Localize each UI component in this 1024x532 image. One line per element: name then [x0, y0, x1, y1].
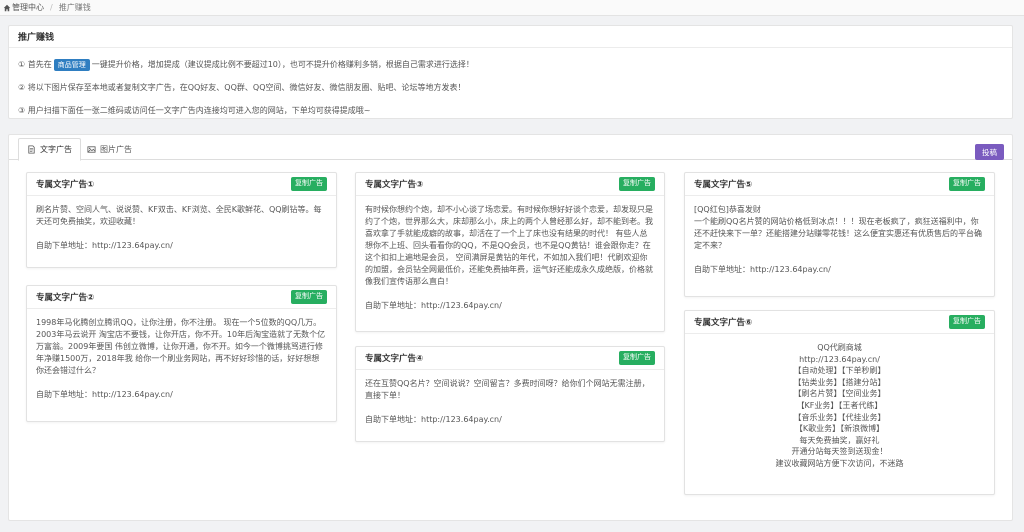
copy-ad-1-button[interactable]: 复制广告: [291, 177, 327, 191]
ad-card-1: 专属文字广告① 复制广告 刷名片赞、空间人气、说说赞、KF双击、KF浏览、全民K…: [26, 172, 337, 268]
copy-ad-5-button[interactable]: 复制广告: [949, 177, 985, 191]
ad-card-6-line: http://123.64pay.cn/: [799, 354, 880, 364]
copy-ad-6-button[interactable]: 复制广告: [949, 315, 985, 329]
ad-card-6-line: 建议收藏网站方便下次访问，不迷路: [775, 458, 904, 468]
ad-card-3-header: 专属文字广告③ 复制广告: [356, 173, 664, 196]
ad-card-6-header: 专属文字广告⑥ 复制广告: [685, 311, 994, 334]
document-icon: [28, 145, 35, 154]
ad-card-6-title: 专属文字广告⑥: [694, 318, 753, 328]
breadcrumb-current: 推广赚钱: [58, 3, 91, 12]
ad-card-2-body: 1998年马化腾创立腾讯QQ，让你注册，你不注册。 现在一个5位数的QQ几万。2…: [27, 309, 336, 409]
ad-card-4-header: 专属文字广告④ 复制广告: [356, 347, 664, 370]
ad-card-5-text: [QQ红包]恭喜发财 一个能刷QQ名片赞的网站价格低到冰点！！！现在老板疯了，疯…: [694, 205, 982, 250]
tab-image-ads[interactable]: 图片广告: [79, 138, 140, 161]
ad-card-5-header: 专属文字广告⑤ 复制广告: [685, 173, 994, 196]
ads-panel: 文字广告 图片广告 投稿 专属文字广告① 复制广告 刷名片赞、空间人气、说说赞、…: [8, 134, 1013, 521]
ad-card-6-line: 【刷名片赞】【空间业务】: [793, 389, 886, 399]
step-1-suffix: 一键提升价格，增加提成（建议提成比例不要超过10），也可不提升价格赚利多销，根据…: [91, 60, 474, 69]
intro-panel-title: 推广赚钱: [9, 26, 1012, 48]
ad-card-1-body: 刷名片赞、空间人气、说说赞、KF双击、KF浏览、全民K歌鲜花、QQ刷钻等。每天还…: [27, 196, 336, 260]
ad-card-4-order: 自助下单地址：http://123.64pay.cn/: [365, 415, 502, 424]
ad-card-3: 专属文字广告③ 复制广告 有时候你想约个炮，却不小心谈了场恋爱。有时候你想好好谈…: [355, 172, 665, 332]
ad-card-6-line: 【钻类业务】【搭建分站】: [793, 377, 886, 387]
ad-card-4-body: 还在互赞QQ名片？空间说说？空间留言？多费时间呀？给你们个网站无需注册，直接下单…: [356, 370, 664, 434]
ad-card-5: 专属文字广告⑤ 复制广告 [QQ红包]恭喜发财 一个能刷QQ名片赞的网站价格低到…: [684, 172, 995, 297]
home-icon: [3, 4, 11, 11]
ad-card-3-title: 专属文字广告③: [365, 180, 424, 190]
ad-card-1-order: 自助下单地址：http://123.64pay.cn/: [36, 241, 173, 250]
ad-card-1-title: 专属文字广告①: [36, 180, 95, 190]
ad-card-6-line: 开通分站每天签到送现金！: [791, 447, 888, 457]
intro-panel: 推广赚钱 ① 首先在 商品管理 一键提升价格，增加提成（建议提成比例不要超过10…: [8, 25, 1013, 119]
ad-card-3-order: 自助下单地址：http://123.64pay.cn/: [365, 301, 502, 310]
copy-ad-4-button[interactable]: 复制广告: [619, 351, 655, 365]
ad-card-6-body: QQ代刷商城 http://123.64pay.cn/ 【自动处理】【下单秒刷】…: [685, 334, 994, 478]
ad-card-2-header: 专属文字广告② 复制广告: [27, 286, 336, 309]
image-icon: [87, 146, 96, 153]
step-2: ② 将以下图片保存至本地或者复制文字广告，在QQ好友、QQ群、QQ空间、微信好友…: [18, 83, 466, 92]
breadcrumb-separator: /: [50, 3, 53, 12]
ad-card-1-header: 专属文字广告① 复制广告: [27, 173, 336, 196]
ad-card-4-title: 专属文字广告④: [365, 354, 424, 364]
report-button[interactable]: 投稿: [975, 144, 1004, 160]
copy-ad-2-button[interactable]: 复制广告: [291, 290, 327, 304]
intro-steps: ① 首先在 商品管理 一键提升价格，增加提成（建议提成比例不要超过10），也可不…: [9, 48, 1012, 122]
step-3: ③ 用户扫描下面任一张二维码或访问任一文字广告内连接均可进入您的网站，下单均可获…: [18, 106, 371, 115]
ad-card-4-text: 还在互赞QQ名片？空间说说？空间留言？多费时间呀？给你们个网站无需注册，直接下单…: [365, 379, 650, 400]
ad-card-6-line: 【K歌业务】【新浪微博】: [794, 424, 885, 434]
breadcrumb-home-link[interactable]: 管理中心: [12, 2, 44, 13]
tab-text-ads[interactable]: 文字广告: [18, 138, 81, 161]
tab-text-ads-label: 文字广告: [40, 145, 72, 154]
ad-card-6-line: 每天免费抽奖，赢好礼: [799, 435, 880, 445]
ad-card-6: 专属文字广告⑥ 复制广告 QQ代刷商城 http://123.64pay.cn/…: [684, 310, 995, 495]
ad-card-3-body: 有时候你想约个炮，却不小心谈了场恋爱。有时候你想好好谈个恋爱，却发现只是约了个炮…: [356, 196, 664, 320]
ad-card-6-line: 【音乐业务】【代挂业务】: [793, 412, 886, 422]
ad-card-2: 专属文字广告② 复制广告 1998年马化腾创立腾讯QQ，让你注册，你不注册。 现…: [26, 285, 337, 422]
ad-card-6-line: 【自动处理】【下单秒刷】: [793, 366, 886, 376]
step-1: ① 首先在 商品管理 一键提升价格，增加提成（建议提成比例不要超过10），也可不…: [18, 53, 1012, 76]
ad-tabs: 文字广告 图片广告 投稿: [9, 135, 1012, 161]
copy-ad-3-button[interactable]: 复制广告: [619, 177, 655, 191]
product-manage-badge[interactable]: 商品管理: [53, 58, 90, 71]
ad-card-5-body: [QQ红包]恭喜发财 一个能刷QQ名片赞的网站价格低到冰点！！！现在老板疯了，疯…: [685, 196, 994, 284]
ad-card-4: 专属文字广告④ 复制广告 还在互赞QQ名片？空间说说？空间留言？多费时间呀？给你…: [355, 346, 665, 442]
ad-card-3-text: 有时候你想约个炮，却不小心谈了场恋爱。有时候你想好好谈个恋爱，却发现只是约了个炮…: [365, 205, 653, 286]
ad-card-2-text: 1998年马化腾创立腾讯QQ，让你注册，你不注册。 现在一个5位数的QQ几万。2…: [36, 318, 326, 375]
ad-card-2-title: 专属文字广告②: [36, 293, 95, 303]
step-1-prefix: ① 首先在: [18, 60, 52, 69]
ad-card-5-title: 专属文字广告⑤: [694, 180, 753, 190]
ad-card-1-text: 刷名片赞、空间人气、说说赞、KF双击、KF浏览、全民K歌鲜花、QQ刷钻等。每天还…: [36, 205, 322, 226]
ad-card-6-line: QQ代刷商城: [817, 343, 862, 352]
ad-card-6-line: 【KF业务】【王者代练】: [796, 400, 883, 410]
ad-card-5-order: 自助下单地址：http://123.64pay.cn/: [694, 265, 831, 274]
ad-card-2-order: 自助下单地址：http://123.64pay.cn/: [36, 390, 173, 399]
tab-image-ads-label: 图片广告: [100, 145, 132, 154]
breadcrumb: 管理中心 / 推广赚钱: [0, 0, 1024, 16]
